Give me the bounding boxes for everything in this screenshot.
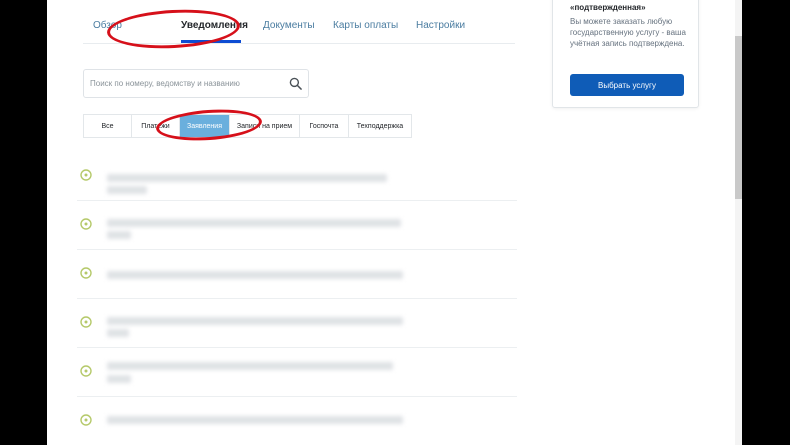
redacted-text — [107, 375, 131, 383]
tab-settings[interactable]: Настройки — [416, 20, 465, 31]
search-box — [83, 69, 309, 98]
redacted-text — [107, 231, 131, 239]
notification-list — [77, 152, 517, 445]
status-circle-icon — [80, 218, 92, 230]
status-circle-icon — [80, 414, 92, 426]
filter-all[interactable]: Все — [84, 115, 132, 137]
tab-payment-cards[interactable]: Карты оплаты — [333, 20, 398, 31]
scrollbar[interactable] — [735, 0, 742, 445]
redacted-text — [107, 186, 147, 194]
redacted-text — [107, 219, 401, 227]
redacted-text — [107, 174, 387, 182]
card-description: Вы можете заказать любую государственную… — [570, 17, 686, 48]
redacted-text — [107, 416, 403, 424]
status-circle-icon — [80, 169, 92, 181]
list-item[interactable] — [77, 397, 517, 445]
list-item[interactable] — [77, 250, 517, 299]
list-item[interactable] — [77, 299, 517, 348]
status-circle-icon — [80, 267, 92, 279]
tab-notifications[interactable]: Уведомления — [181, 20, 248, 31]
scrollbar-thumb[interactable] — [735, 36, 742, 199]
page: Обзор Уведомления Документы Карты оплаты… — [47, 0, 742, 445]
list-item[interactable] — [77, 348, 517, 397]
filter-bar: Все Платежи Заявления Записи на прием Го… — [83, 114, 412, 138]
card-title: «подтвержденная» — [570, 3, 646, 12]
search-icon[interactable] — [289, 77, 302, 90]
redacted-text — [107, 329, 129, 337]
redacted-text — [107, 362, 393, 370]
filter-payments[interactable]: Платежи — [132, 115, 180, 137]
status-circle-icon — [80, 365, 92, 377]
list-item[interactable] — [77, 152, 517, 201]
tab-documents[interactable]: Документы — [263, 20, 315, 31]
select-service-button[interactable]: Выбрать услугу — [570, 74, 684, 96]
status-circle-icon — [80, 316, 92, 328]
filter-gospochta[interactable]: Госпочта — [300, 115, 349, 137]
redacted-text — [107, 317, 403, 325]
active-tab-indicator — [181, 40, 241, 43]
tab-overview[interactable]: Обзор — [93, 20, 122, 31]
account-status-card: «подтвержденная» Вы можете заказать любу… — [552, 0, 699, 108]
tab-bar: Обзор Уведомления Документы Карты оплаты… — [83, 0, 515, 44]
filter-appointments[interactable]: Записи на прием — [230, 115, 300, 137]
filter-applications[interactable]: Заявления — [180, 115, 230, 137]
redacted-text — [107, 271, 403, 279]
list-item[interactable] — [77, 201, 517, 250]
filter-support[interactable]: Техподдержка — [349, 115, 411, 137]
search-input[interactable] — [90, 70, 280, 97]
